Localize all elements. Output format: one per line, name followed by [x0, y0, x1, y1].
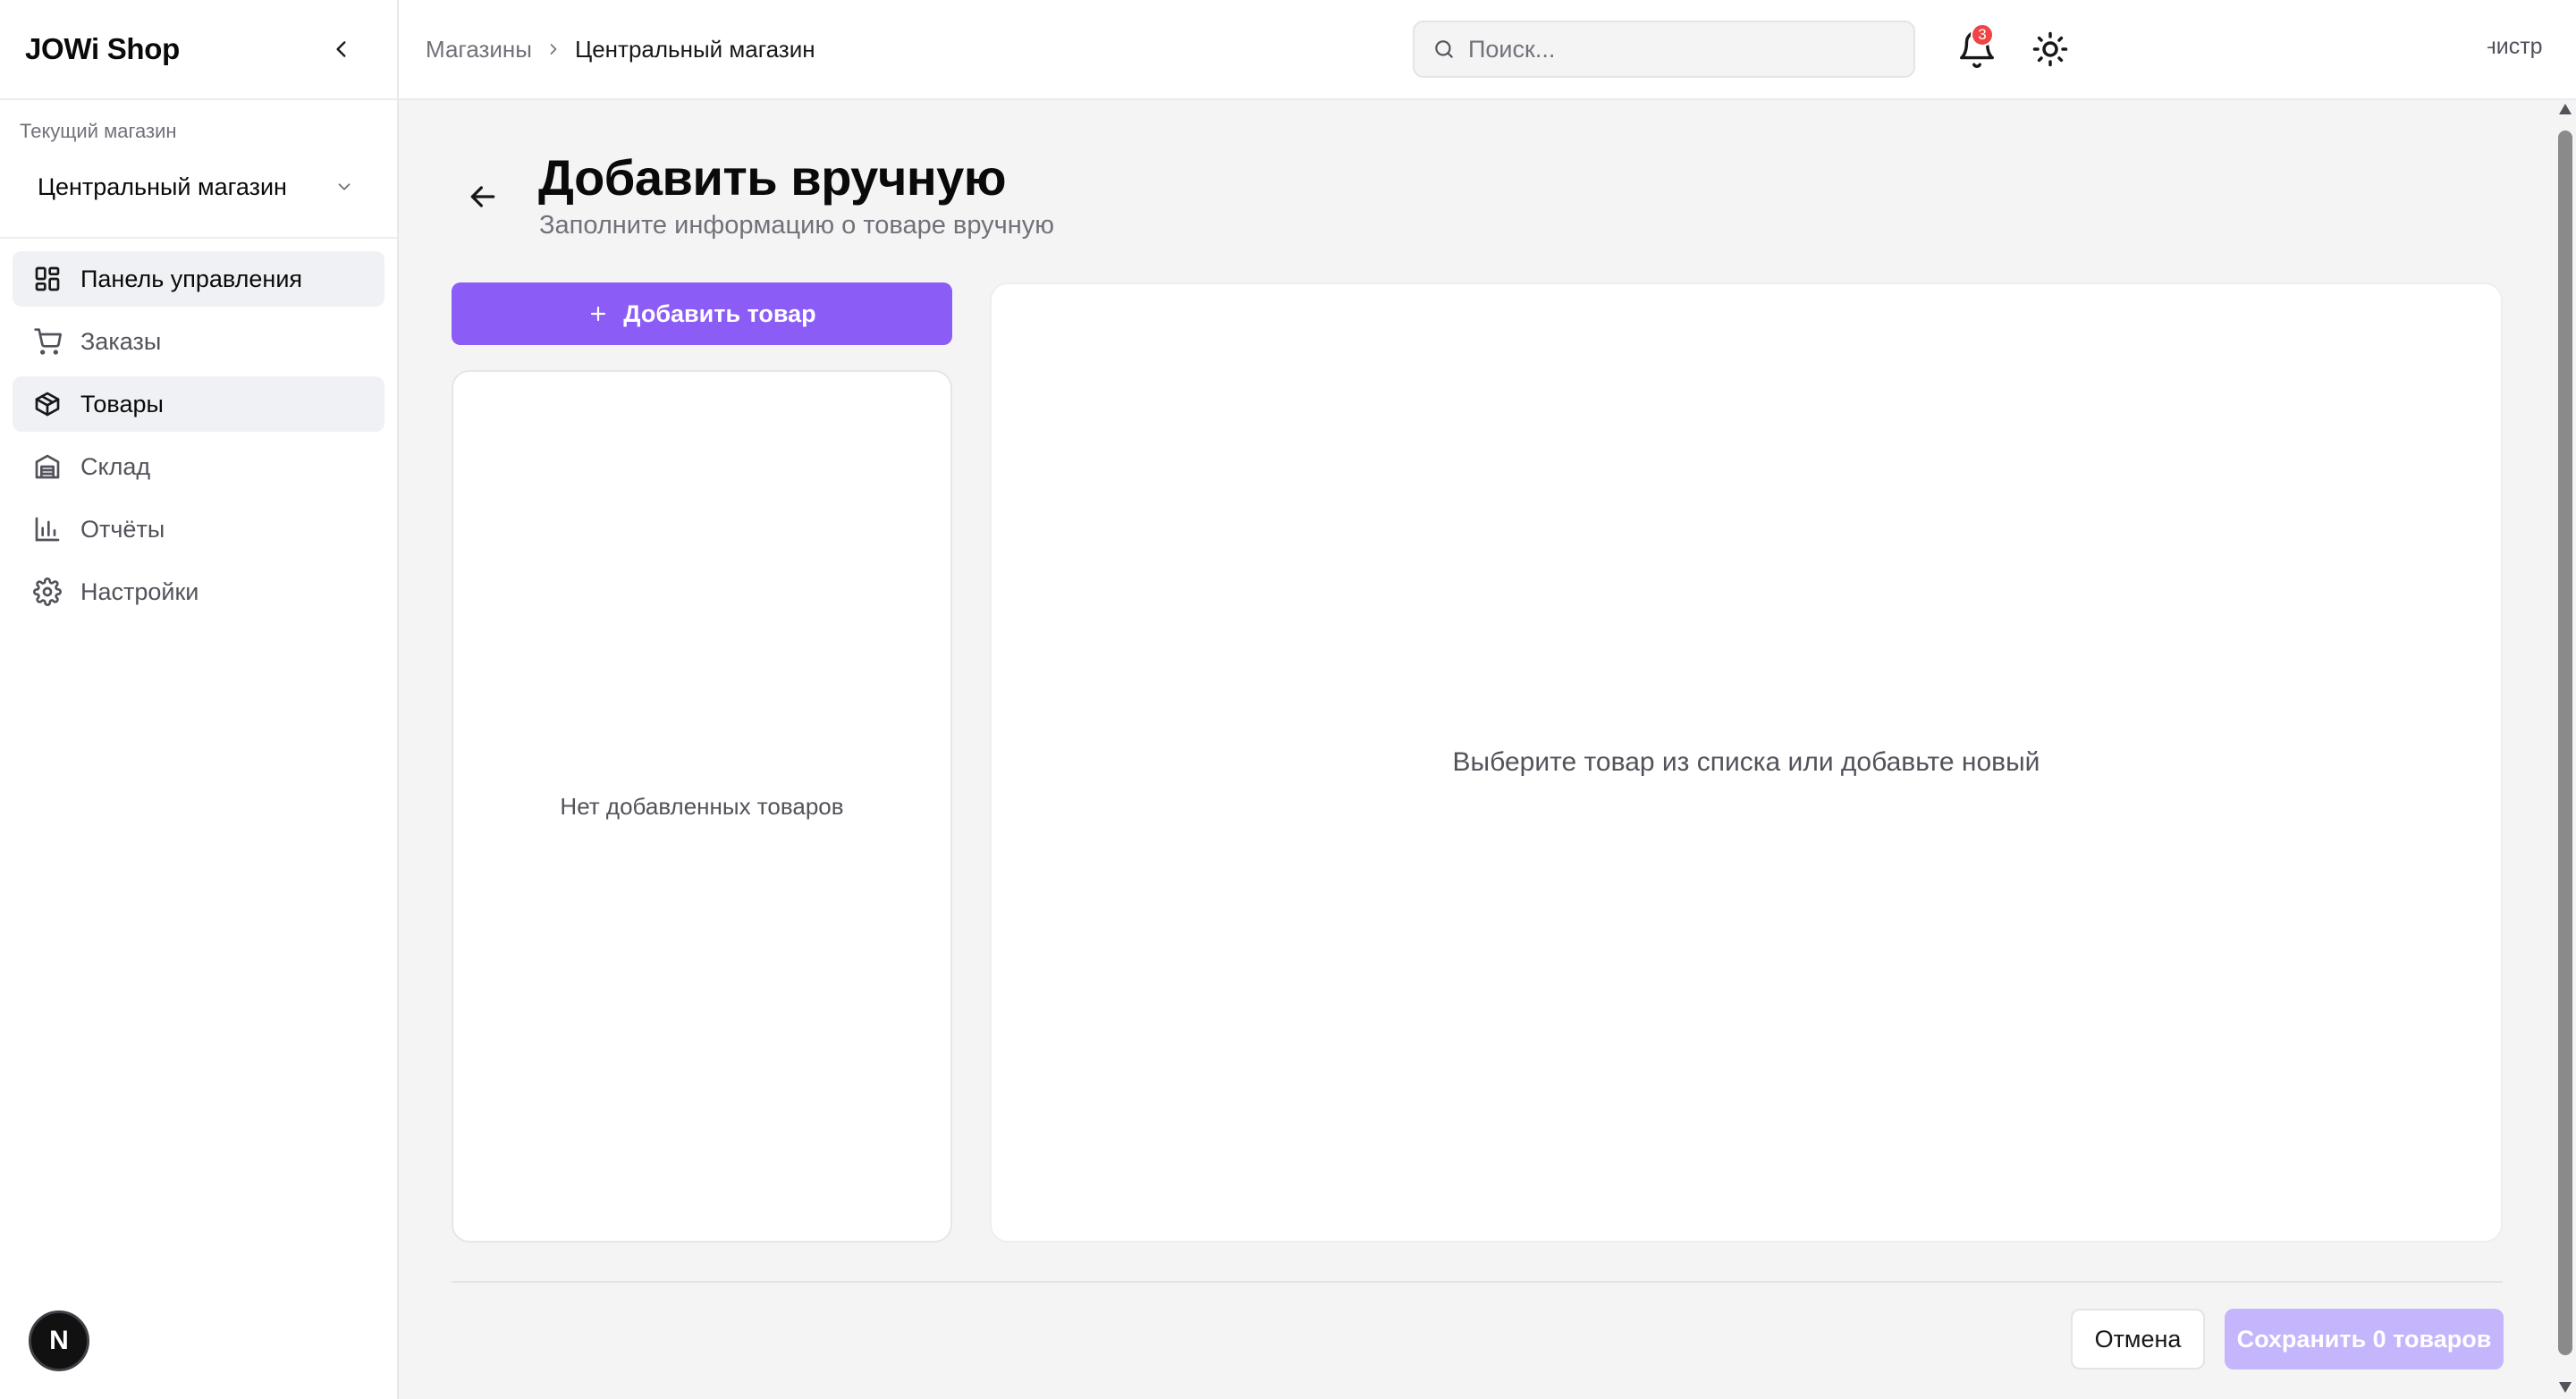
user-menu[interactable]: инистр: [2487, 34, 2552, 60]
sun-icon[interactable]: [2031, 30, 2069, 68]
sidebar-item-dashboard[interactable]: Панель управления: [13, 251, 384, 307]
scroll-up-arrow-icon[interactable]: [2559, 104, 2572, 114]
sidebar-item-label: Настройки: [80, 577, 199, 605]
breadcrumb: Магазины Центральный магазин: [426, 36, 815, 63]
product-detail-panel: Выберите товар из списка или добавьте но…: [990, 282, 2503, 1243]
empty-detail-message: Выберите товар из списка или добавьте но…: [1452, 747, 2040, 777]
sidebar-item-label: Панель управления: [80, 265, 303, 292]
sidebar-item-label: Отчёты: [80, 515, 165, 543]
sidebar-item-label: Склад: [80, 452, 151, 480]
sidebar-item-orders[interactable]: Заказы: [13, 314, 384, 369]
warehouse-icon: [32, 451, 63, 482]
breadcrumb-stores-link[interactable]: Магазины: [426, 36, 532, 63]
store-select[interactable]: Центральный магазин: [20, 161, 377, 213]
sidebar-item-label: Заказы: [80, 327, 162, 355]
store-label: Текущий магазин: [20, 120, 177, 142]
back-arrow-icon[interactable]: [465, 179, 501, 215]
page-subtitle: Заполните информацию о товаре вручную: [539, 211, 1055, 240]
empty-list-message: Нет добавленных товаров: [560, 792, 844, 820]
sidebar-header: JOWi Shop: [0, 0, 397, 100]
search-box[interactable]: [1413, 21, 1915, 78]
store-select-value: Центральный магазин: [38, 173, 287, 200]
chevron-right-icon: [550, 44, 557, 55]
footer-divider: [452, 1281, 2503, 1283]
sidebar-item-reports[interactable]: Отчёты: [13, 501, 384, 557]
add-product-label: Добавить товар: [623, 299, 816, 327]
sidebar-item-products[interactable]: Товары: [13, 376, 384, 432]
user-name: инистр: [2487, 34, 2543, 59]
box-icon: [32, 389, 63, 419]
gear-icon: [32, 577, 63, 607]
cart-icon: [32, 326, 63, 357]
collapse-sidebar-button[interactable]: [324, 31, 359, 67]
search-input[interactable]: [1468, 35, 1888, 63]
scroll-down-arrow-icon[interactable]: [2559, 1382, 2572, 1393]
dashboard-icon: [32, 264, 63, 294]
chevron-down-icon: [338, 183, 351, 190]
sidebar-nav: Панель управления Заказы Товары Склад От…: [0, 239, 397, 639]
bar-chart-icon: [32, 514, 63, 544]
store-switcher: Текущий магазин Центральный магазин: [0, 100, 397, 239]
scrollbar-thumb[interactable]: [2558, 131, 2572, 1355]
cancel-button[interactable]: Отмена: [2071, 1309, 2205, 1370]
page-title: Добавить вручную: [538, 149, 1007, 206]
product-list-panel: Нет добавленных товаров: [452, 370, 952, 1243]
sidebar-item-warehouse[interactable]: Склад: [13, 439, 384, 494]
sidebar-item-settings[interactable]: Настройки: [13, 564, 384, 619]
plus-icon: [591, 306, 606, 322]
avatar[interactable]: N: [29, 1311, 89, 1371]
chevron-left-icon: [336, 41, 346, 57]
add-product-button[interactable]: Добавить товар: [452, 282, 952, 345]
save-products-button[interactable]: Сохранить 0 товаров: [2225, 1309, 2504, 1370]
sidebar: JOWi Shop Текущий магазин Центральный ма…: [0, 0, 399, 1399]
search-icon: [1435, 40, 1453, 58]
notification-badge: 3: [1971, 23, 1994, 46]
breadcrumb-current: Центральный магазин: [574, 35, 815, 63]
sidebar-item-label: Товары: [80, 390, 164, 417]
brand-logo[interactable]: JOWi Shop: [25, 32, 180, 66]
